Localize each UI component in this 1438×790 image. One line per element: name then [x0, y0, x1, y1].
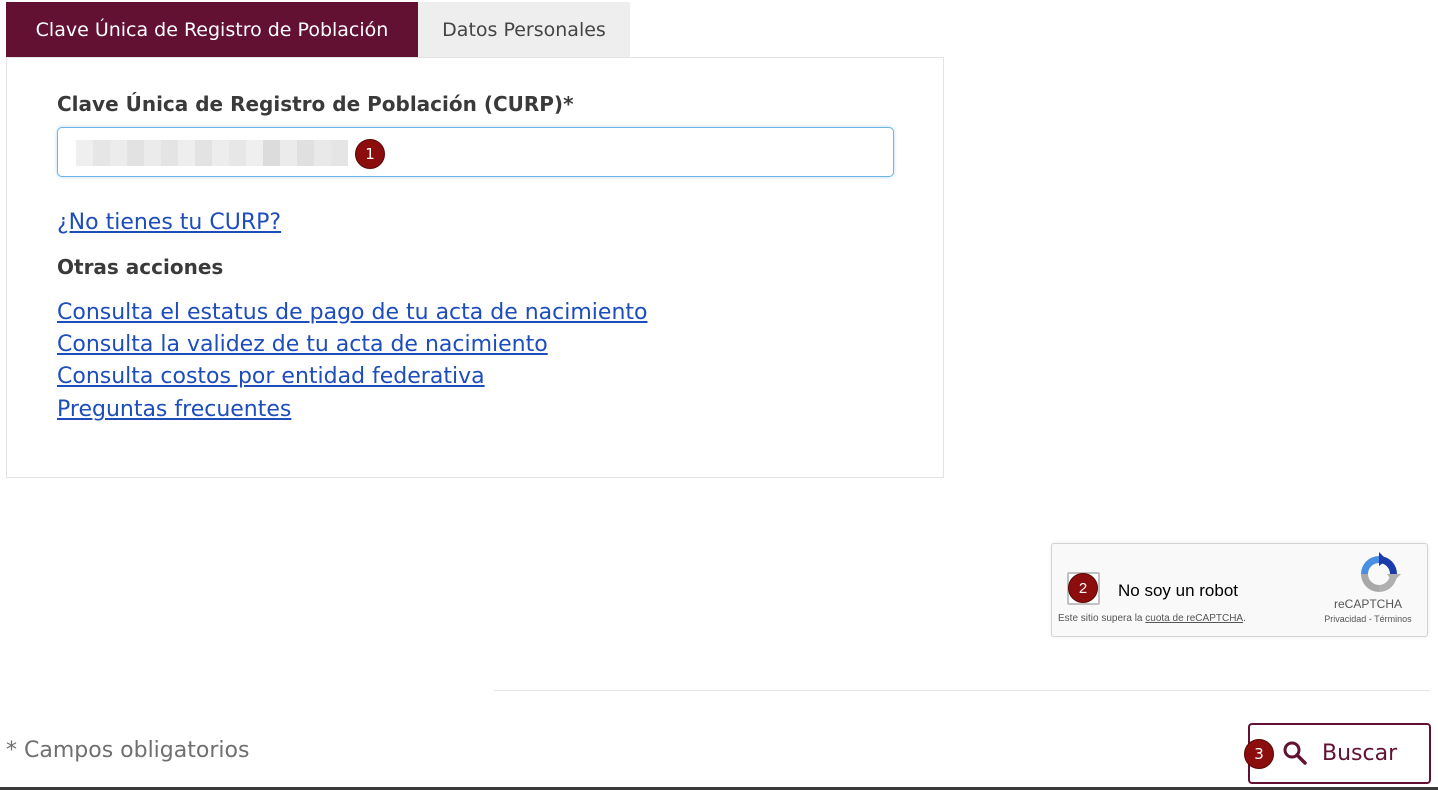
other-actions-title: Otras acciones	[57, 255, 224, 279]
form-tabs: Clave Única de Registro de Población Dat…	[6, 2, 630, 58]
recaptcha-privacy-link[interactable]: Privacidad	[1324, 614, 1366, 624]
step-marker-1: 1	[355, 139, 385, 169]
link-faq[interactable]: Preguntas frecuentes	[57, 397, 291, 422]
recaptcha-terms-link[interactable]: Términos	[1374, 614, 1412, 624]
footer-divider	[494, 690, 1430, 691]
step-marker-2: 2	[1068, 573, 1098, 603]
link-birth-certificate-validity[interactable]: Consulta la validez de tu acta de nacimi…	[57, 332, 548, 357]
curp-blurred-value	[76, 140, 348, 166]
recaptcha-separator: -	[1366, 614, 1375, 624]
recaptcha-privacy-terms: Privacidad - Términos	[1312, 614, 1424, 624]
search-icon	[1283, 741, 1307, 765]
link-birth-certificate-payment[interactable]: Consulta el estatus de pago de tu acta d…	[57, 300, 647, 325]
recaptcha-brand: reCAPTCHA	[1333, 597, 1402, 611]
recaptcha-quota-suffix: .	[1243, 613, 1246, 624]
recaptcha-widget: 2 No soy un robot reCAPTCHA Privacidad -…	[1051, 543, 1428, 637]
curp-panel: Clave Única de Registro de Población (CU…	[6, 57, 944, 478]
step-marker-1-label: 1	[365, 145, 375, 163]
step-marker-3: 3	[1244, 739, 1274, 769]
tab-curp-label: Clave Única de Registro de Población	[35, 19, 389, 41]
curp-label: Clave Única de Registro de Población (CU…	[57, 92, 574, 116]
tab-curp[interactable]: Clave Única de Registro de Población	[6, 2, 418, 58]
search-button[interactable]: Buscar	[1248, 723, 1431, 784]
recaptcha-logo-icon	[1361, 552, 1401, 592]
recaptcha-quota-notice: Este sitio supera la cuota de reCAPTCHA.	[1058, 613, 1246, 624]
required-fields-note: * Campos obligatorios	[6, 738, 250, 763]
step-marker-3-label: 3	[1254, 745, 1264, 763]
recaptcha-quota-link[interactable]: cuota de reCAPTCHA	[1145, 613, 1243, 624]
recaptcha-quota-prefix: Este sitio supera la	[1058, 613, 1146, 624]
step-marker-2-label: 2	[1078, 579, 1088, 597]
curp-input[interactable]: 1	[57, 127, 894, 177]
recaptcha-label: No soy un robot	[1118, 581, 1239, 600]
link-costs-by-state[interactable]: Consulta costos por entidad federativa	[57, 364, 485, 389]
tab-personal-data[interactable]: Datos Personales	[418, 2, 630, 58]
search-button-label: Buscar	[1322, 741, 1398, 766]
no-curp-link[interactable]: ¿No tienes tu CURP?	[57, 210, 281, 235]
tab-personal-data-label: Datos Personales	[442, 19, 606, 41]
